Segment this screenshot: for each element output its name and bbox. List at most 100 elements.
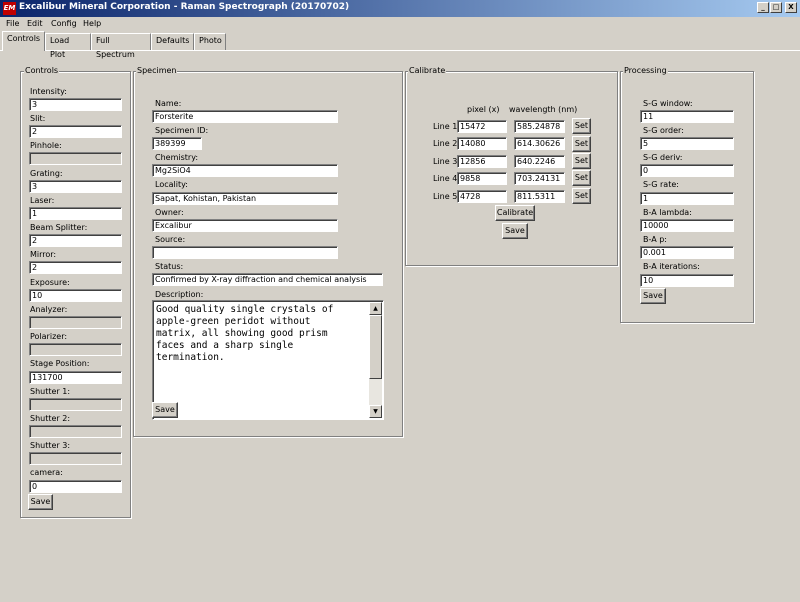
close-button[interactable]: X [785,2,797,13]
tab-defaults[interactable]: Defaults [151,33,194,50]
stage-position-input[interactable]: 131700 [29,371,122,384]
scroll-up-arrow-icon[interactable]: ▲ [369,302,382,315]
owner-label: Owner: [155,208,184,217]
intensity-input[interactable]: 3 [29,98,122,111]
shutter-2-input[interactable] [29,425,122,438]
scroll-thumb[interactable] [369,315,382,379]
line-1-set-button[interactable]: Set [572,118,591,134]
line-1-label: Line 1 [433,122,458,131]
line-4-set-button[interactable]: Set [572,170,591,186]
title-bar[interactable]: EM Excalibur Mineral Corporation - Raman… [0,0,800,17]
specimen-save-button[interactable]: Save [152,402,178,418]
line-2-set-button[interactable]: Set [572,136,591,152]
description-textarea[interactable]: Good quality single crystals of apple-gr… [152,300,384,420]
menu-help[interactable]: Help [83,18,101,32]
source-input[interactable] [152,246,338,259]
laser-label: Laser: [30,196,55,205]
description-label: Description: [155,290,204,299]
pinhole-input[interactable] [29,152,122,165]
stage-position-label: Stage Position: [30,359,90,368]
line-5-set-button[interactable]: Set [572,188,591,204]
specimen-id-input[interactable]: 389399 [152,137,202,150]
line-4-pixel-input[interactable]: 9858 [457,172,507,185]
laser-input[interactable]: 1 [29,207,122,220]
tab-full-spectrum[interactable]: Full Spectrum [91,33,151,59]
line-5-label: Line 5 [433,192,458,201]
calibrate-button[interactable]: Calibrate [495,205,535,221]
sg-order-input[interactable]: 5 [640,137,734,150]
name-input[interactable]: Forsterite [152,110,338,123]
owner-input[interactable]: Excalibur [152,219,338,232]
menu-config[interactable]: Config [51,18,77,32]
ba-lambda-label: B-A lambda: [643,208,692,217]
line-3-set-button[interactable]: Set [572,153,591,169]
grating-input[interactable]: 3 [29,180,122,193]
beam-splitter-input[interactable]: 2 [29,234,122,247]
calibrate-group-title: Calibrate [408,66,447,76]
source-label: Source: [155,235,186,244]
mirror-input[interactable]: 2 [29,261,122,274]
slit-input[interactable]: 2 [29,125,122,138]
line-2-wavelength-input[interactable]: 614.30626 [514,137,565,150]
line-1-pixel-input[interactable]: 15472 [457,120,507,133]
pinhole-label: Pinhole: [30,141,62,150]
sg-rate-label: S-G rate: [643,180,679,189]
wavelength-column-header: wavelength (nm) [509,105,578,114]
line-1-wavelength-input[interactable]: 585.24878 [514,120,565,133]
locality-label: Locality: [155,180,188,189]
analyzer-label: Analyzer: [30,305,68,314]
polarizer-input[interactable] [29,343,122,356]
line-5-pixel-input[interactable]: 4728 [457,190,507,203]
line-2-label: Line 2 [433,139,458,148]
window-title: Excalibur Mineral Corporation - Raman Sp… [19,2,350,12]
specimen-group-title: Specimen [136,66,178,76]
description-text[interactable]: Good quality single crystals of apple-gr… [156,304,368,364]
chemistry-label: Chemistry: [155,153,199,162]
description-scrollbar[interactable]: ▲ ▼ [369,302,382,418]
line-5-wavelength-input[interactable]: 811.5311 [514,190,565,203]
status-label: Status: [155,262,184,271]
line-4-wavelength-input[interactable]: 703.24131 [514,172,565,185]
controls-save-button[interactable]: Save [28,494,53,510]
tab-photo[interactable]: Photo [194,33,226,50]
shutter-3-input[interactable] [29,452,122,465]
ba-lambda-input[interactable]: 10000 [640,219,734,232]
ba-iterations-label: B-A iterations: [643,262,700,271]
camera-input[interactable]: 0 [29,480,122,493]
analyzer-input[interactable] [29,316,122,329]
ba-p-label: B-A p: [643,235,667,244]
locality-input[interactable]: Sapat, Kohistan, Pakistan [152,192,338,205]
maximize-button[interactable]: □ [770,2,782,13]
sg-deriv-label: S-G deriv: [643,153,683,162]
line-4-label: Line 4 [433,174,458,183]
processing-save-button[interactable]: Save [640,288,666,304]
ba-p-input[interactable]: 0.001 [640,246,734,259]
polarizer-label: Polarizer: [30,332,68,341]
name-label: Name: [155,99,182,108]
intensity-label: Intensity: [30,87,67,96]
exposure-input[interactable]: 10 [29,289,122,302]
menu-file[interactable]: File [6,18,19,32]
sg-rate-input[interactable]: 1 [640,192,734,205]
mirror-label: Mirror: [30,250,57,259]
sg-deriv-input[interactable]: 0 [640,164,734,177]
shutter-1-input[interactable] [29,398,122,411]
sg-window-input[interactable]: 11 [640,110,734,123]
minimize-button[interactable]: _ [757,2,769,13]
exposure-label: Exposure: [30,278,70,287]
tab-load-plot[interactable]: Load Plot [45,33,91,59]
calibrate-save-button[interactable]: Save [502,223,528,239]
sg-order-label: S-G order: [643,126,684,135]
scroll-down-arrow-icon[interactable]: ▼ [369,405,382,418]
controls-group-title: Controls [24,66,60,76]
chemistry-input[interactable]: Mg2SiO4 [152,164,338,177]
line-3-wavelength-input[interactable]: 640.2246 [514,155,565,168]
sg-window-label: S-G window: [643,99,693,108]
tab-controls[interactable]: Controls [2,31,45,51]
app-icon[interactable]: EM [3,2,16,15]
line-2-pixel-input[interactable]: 14080 [457,137,507,150]
line-3-pixel-input[interactable]: 12856 [457,155,507,168]
ba-iterations-input[interactable]: 10 [640,274,734,287]
menu-edit[interactable]: Edit [27,18,43,32]
status-input[interactable]: Confirmed by X-ray diffraction and chemi… [152,273,383,286]
